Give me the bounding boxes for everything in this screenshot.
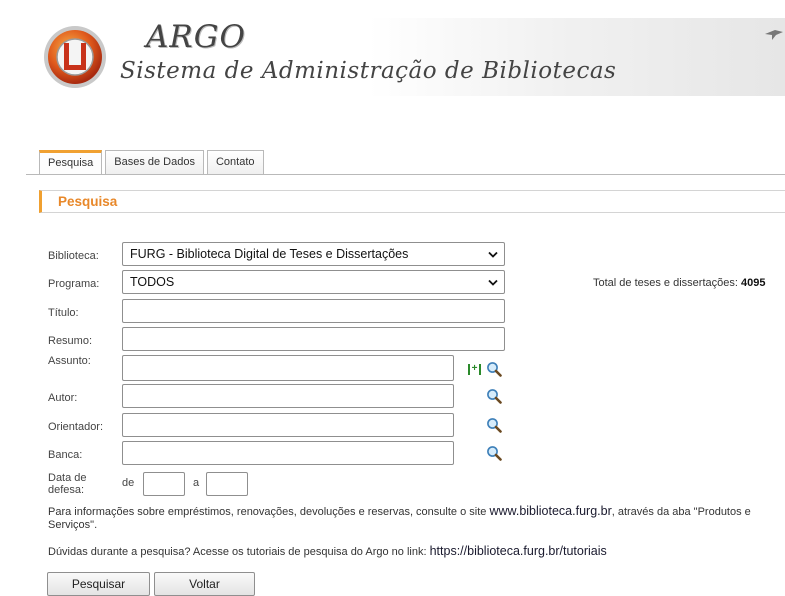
chevron-down-icon: [488, 279, 498, 286]
date-to-input[interactable]: [206, 472, 248, 496]
autor-label: Autor:: [48, 392, 78, 404]
data-defesa-label-line1: Data de: [48, 472, 87, 484]
orientador-label: Orientador:: [48, 421, 104, 433]
add-term-icon[interactable]: +: [468, 364, 481, 375]
programa-select[interactable]: TODOS: [122, 270, 505, 294]
biblioteca-label: Biblioteca:: [48, 250, 99, 262]
date-from-label: de: [122, 477, 135, 489]
brand-title: ARGO: [146, 19, 246, 55]
tutorials-link[interactable]: https://biblioteca.furg.br/tutoriais: [430, 544, 607, 558]
tab-bar: Pesquisa Bases de Dados Contato: [39, 150, 267, 174]
tab-divider: [26, 174, 785, 175]
data-defesa-label-line2: defesa:: [48, 484, 85, 496]
data-defesa-label: Data de defesa:: [48, 472, 87, 496]
magnifier-icon[interactable]: [486, 361, 502, 377]
resumo-input[interactable]: [122, 327, 505, 351]
info-text: Para informações sobre empréstimos, reno…: [48, 506, 487, 518]
header-banner: ARGO Sistema de Administração de Bibliot…: [26, 18, 785, 96]
search-button[interactable]: Pesquisar: [47, 572, 150, 596]
magnifier-icon[interactable]: [486, 417, 502, 433]
magnifier-icon[interactable]: [486, 445, 502, 461]
tab-bases-de-dados[interactable]: Bases de Dados: [105, 150, 204, 174]
programa-label: Programa:: [48, 278, 100, 290]
info-paragraph: Para informações sobre empréstimos, reno…: [48, 505, 773, 532]
magnifier-icon[interactable]: [486, 388, 502, 404]
date-to-label: a: [193, 477, 200, 489]
section-header: Pesquisa: [39, 190, 785, 213]
resumo-label: Resumo:: [48, 335, 93, 347]
tab-pesquisa[interactable]: Pesquisa: [39, 150, 103, 174]
bird-icon: [765, 30, 783, 40]
total-value: 4095: [740, 277, 766, 289]
programa-value: TODOS: [130, 275, 175, 289]
total-label: Total de teses e dissertações:: [593, 277, 738, 289]
total-count: Total de teses e dissertações: 4095: [593, 277, 765, 289]
argo-logo-icon: [44, 26, 106, 88]
assunto-input[interactable]: [122, 355, 454, 381]
titulo-input[interactable]: [122, 299, 505, 323]
titulo-label: Título:: [48, 307, 79, 319]
chevron-down-icon: [488, 251, 498, 258]
date-from-input[interactable]: [143, 472, 185, 496]
orientador-input[interactable]: [122, 413, 454, 437]
info-text-after-link: , através da aba "Produtos e: [611, 506, 751, 518]
tab-contato[interactable]: Contato: [206, 150, 264, 174]
banca-label: Banca:: [48, 449, 83, 461]
biblioteca-value: FURG - Biblioteca Digital de Teses e Dis…: [130, 247, 409, 261]
autor-input[interactable]: [122, 384, 454, 408]
info-text-continued: Serviços".: [48, 519, 98, 531]
section-title: Pesquisa: [58, 194, 118, 209]
help-text: Dúvidas durante a pesquisa? Acesse os tu…: [48, 546, 427, 558]
banca-input[interactable]: [122, 441, 454, 465]
help-paragraph: Dúvidas durante a pesquisa? Acesse os tu…: [48, 545, 607, 559]
assunto-label: Assunto:: [48, 355, 91, 367]
biblioteca-site-link[interactable]: www.biblioteca.furg.br: [489, 504, 611, 518]
biblioteca-select[interactable]: FURG - Biblioteca Digital de Teses e Dis…: [122, 242, 505, 266]
back-button[interactable]: Voltar: [154, 572, 255, 596]
brand-subtitle: Sistema de Administração de Bibliotecas: [120, 58, 617, 84]
